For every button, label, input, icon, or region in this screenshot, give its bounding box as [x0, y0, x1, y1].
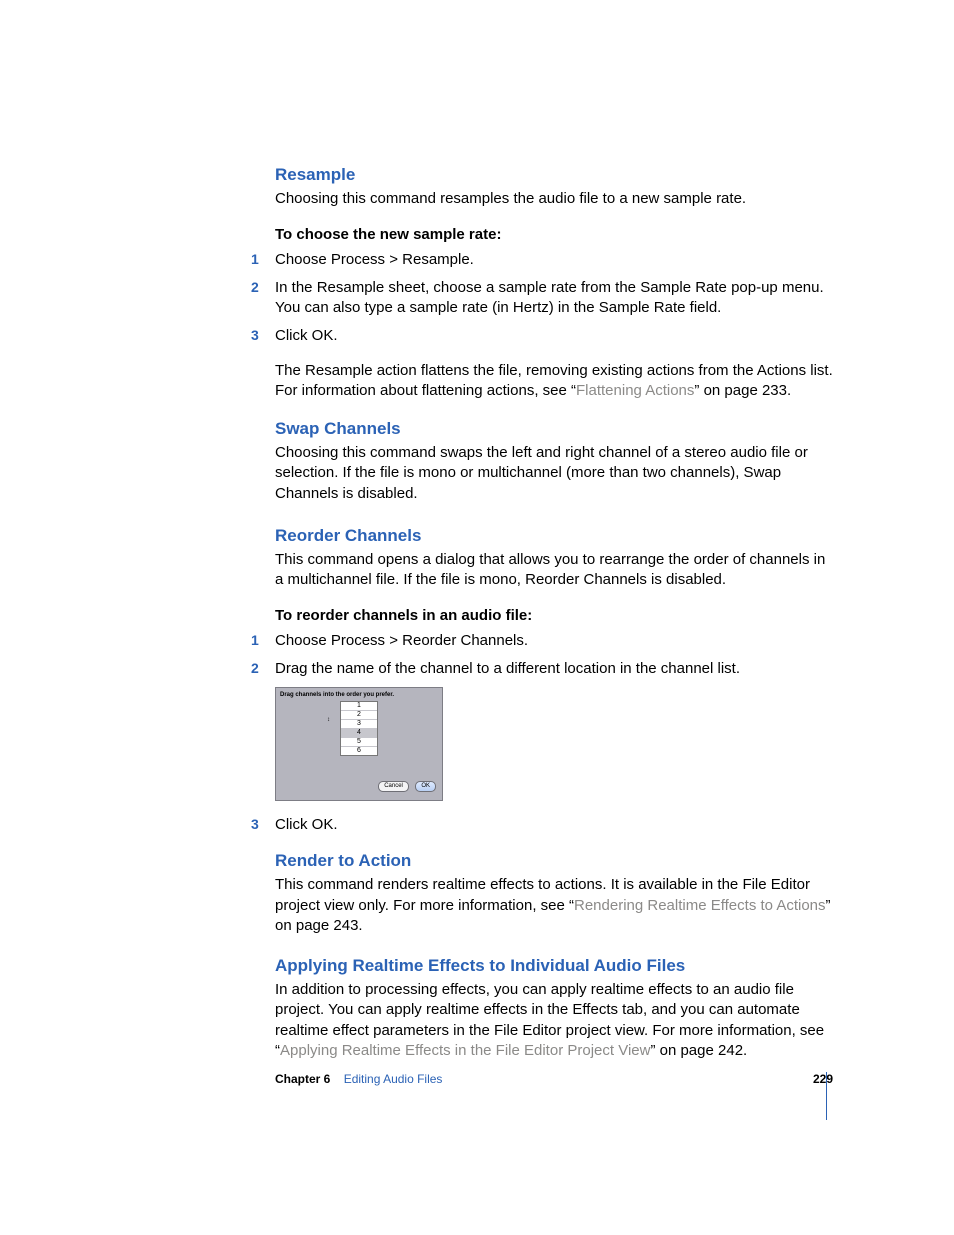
- footer-vertical-rule: [826, 1072, 827, 1120]
- footer-chapter-label: Chapter 6: [275, 1072, 330, 1086]
- drag-cursor-icon: ↕: [327, 717, 330, 723]
- link-flattening-actions[interactable]: Flattening Actions: [576, 382, 694, 399]
- reorder-steps-a: Choose Process > Reorder Channels. Drag …: [275, 631, 835, 680]
- heading-applying-realtime-effects: Applying Realtime Effects to Individual …: [275, 956, 835, 976]
- applying-body: In addition to processing effects, you c…: [275, 980, 835, 1061]
- dialog-cancel-button[interactable]: Cancel: [378, 781, 409, 792]
- resample-steps: Choose Process > Resample. In the Resamp…: [275, 250, 835, 347]
- heading-swap-channels: Swap Channels: [275, 419, 835, 439]
- resample-step-3-text: Click OK.: [275, 326, 835, 346]
- reorder-step-2: Drag the name of the channel to a differ…: [260, 659, 835, 679]
- link-rendering-realtime-effects[interactable]: Rendering Realtime Effects to Actions: [574, 897, 826, 914]
- reorder-body: This command opens a dialog that allows …: [275, 550, 835, 591]
- reorder-step-3: Click OK.: [260, 815, 835, 835]
- page-content: Resample Choosing this command resamples…: [275, 165, 835, 1077]
- heading-resample: Resample: [275, 165, 835, 185]
- resample-note-suffix: ” on page 233.: [694, 382, 791, 399]
- footer-page-number: 229: [813, 1072, 835, 1086]
- reorder-dialog-title: Drag channels into the order you prefer.: [280, 692, 438, 698]
- reorder-step-1-text: Choose Process > Reorder Channels.: [275, 631, 835, 651]
- page-footer: Chapter 6 Editing Audio Files 229: [275, 1072, 835, 1086]
- resample-task-heading: To choose the new sample rate:: [275, 225, 835, 245]
- resample-note: The Resample action flattens the file, r…: [275, 361, 835, 402]
- reorder-dialog-footer: Cancel OK: [376, 778, 436, 796]
- reorder-step-3-text: Click OK.: [275, 815, 835, 835]
- channel-row-4[interactable]: 4: [341, 729, 377, 738]
- footer-chapter-title: Editing Audio Files: [344, 1072, 443, 1086]
- reorder-dialog: Drag channels into the order you prefer.…: [275, 687, 443, 801]
- channel-row-2[interactable]: 2: [341, 711, 377, 720]
- swap-body: Choosing this command swaps the left and…: [275, 443, 835, 504]
- dialog-ok-button[interactable]: OK: [415, 781, 436, 792]
- resample-step-1-text: Choose Process > Resample.: [275, 250, 835, 270]
- heading-render-to-action: Render to Action: [275, 851, 835, 871]
- channel-row-3[interactable]: 3: [341, 720, 377, 729]
- reorder-step-2-text: Drag the name of the channel to a differ…: [275, 659, 835, 679]
- link-applying-realtime-effects[interactable]: Applying Realtime Effects in the File Ed…: [280, 1042, 650, 1059]
- resample-step-3: Click OK.: [260, 326, 835, 346]
- reorder-dialog-channel-list[interactable]: ↕ 1 2 3 4 5 6: [340, 701, 378, 756]
- resample-step-1: Choose Process > Resample.: [260, 250, 835, 270]
- reorder-step-1: Choose Process > Reorder Channels.: [260, 631, 835, 651]
- channel-row-1[interactable]: 1: [341, 702, 377, 711]
- reorder-task-heading: To reorder channels in an audio file:: [275, 606, 835, 626]
- reorder-steps-b: Click OK.: [275, 815, 835, 835]
- applying-body-suffix: ” on page 242.: [650, 1042, 747, 1059]
- channel-row-5[interactable]: 5: [341, 738, 377, 747]
- footer-left: Chapter 6 Editing Audio Files: [275, 1072, 442, 1086]
- resample-intro: Choosing this command resamples the audi…: [275, 189, 835, 209]
- render-body: This command renders realtime effects to…: [275, 875, 835, 936]
- channel-row-6[interactable]: 6: [341, 747, 377, 755]
- resample-step-2-text: In the Resample sheet, choose a sample r…: [275, 278, 835, 319]
- heading-reorder-channels: Reorder Channels: [275, 526, 835, 546]
- resample-step-2: In the Resample sheet, choose a sample r…: [260, 278, 835, 319]
